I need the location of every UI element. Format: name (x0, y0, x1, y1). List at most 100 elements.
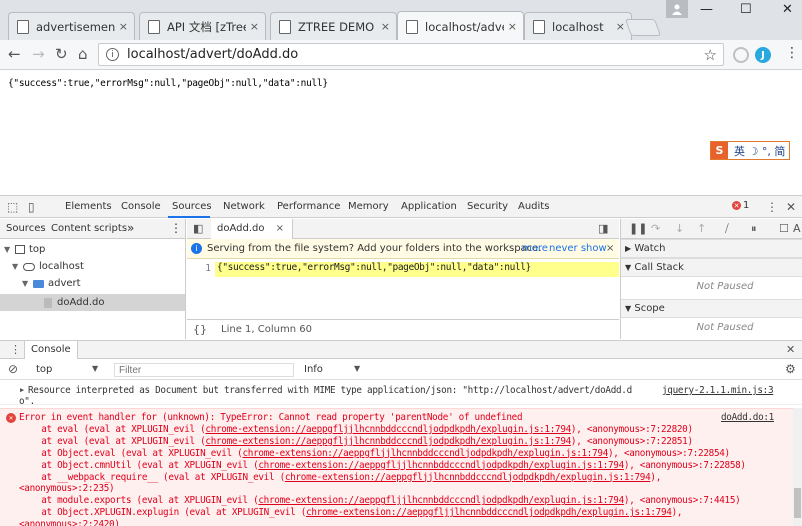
tab-network[interactable]: Network (223, 201, 265, 212)
drawer-menu-icon[interactable]: ⋮ (10, 343, 21, 356)
maximize-button[interactable]: ☐ (740, 2, 752, 17)
collapse-triangle-icon: ▶ (625, 244, 632, 253)
pretty-print-button[interactable]: {} (193, 323, 207, 336)
error-count-badge[interactable]: ✕ 1 (732, 200, 749, 211)
close-devtools-icon[interactable]: ✕ (786, 200, 796, 214)
console-settings-gear-icon[interactable]: ⚙ (785, 362, 796, 376)
active-tab-indicator (168, 216, 210, 218)
infobar-never-show-link[interactable]: never show (549, 243, 607, 254)
stack-source-link[interactable]: chrome-extension://aeppgfljjlhcnnbddcccn… (306, 507, 672, 518)
pause-on-exceptions-icon[interactable]: ⏸ (751, 222, 757, 236)
extension-j-icon[interactable]: J (755, 47, 771, 63)
extension-icon[interactable] (733, 47, 749, 63)
error-source-link[interactable]: doAdd.do:1 (721, 412, 774, 423)
context-selector[interactable]: top (36, 364, 52, 375)
editor-tab-doadd[interactable]: doAdd.do × (211, 219, 294, 239)
chevron-down-icon[interactable]: ▼ (92, 364, 98, 373)
site-info-icon[interactable]: i (106, 48, 119, 61)
stack-source-link[interactable]: chrome-extension://aeppgfljjlhcnnbddcccn… (205, 436, 571, 447)
close-tab-icon[interactable]: × (276, 223, 284, 234)
person-icon[interactable] (666, 0, 688, 18)
ime-toolbar[interactable]: S 英 ☽ °, 简 (710, 141, 790, 160)
stack-source-link[interactable]: chrome-extension://aeppgfljjlhcnnbddcccn… (205, 424, 571, 435)
more-tabs-icon[interactable]: » (127, 221, 134, 235)
deactivate-breakpoints-icon[interactable]: ⧸ (725, 222, 729, 236)
browser-tab-localhost[interactable]: localhost × (524, 12, 632, 40)
close-infobar-icon[interactable]: × (606, 243, 614, 254)
browser-tab-localhost-advert[interactable]: localhost/advert × (397, 11, 524, 41)
tab-audits[interactable]: Audits (518, 201, 549, 212)
home-icon[interactable]: ⌂ (78, 45, 88, 63)
console-scrollbar[interactable] (793, 408, 802, 526)
scope-section-header[interactable]: ▼ Scope (621, 299, 802, 318)
step-over-icon[interactable]: ↷ (651, 222, 660, 235)
close-tab-icon[interactable]: × (250, 20, 259, 33)
stack-source-link[interactable]: chrome-extension://aeppgfljjlhcnnbddcccn… (285, 472, 651, 483)
code-text[interactable]: {"success":true,"errorMsg":null,"pageObj… (215, 262, 619, 277)
back-arrow-icon[interactable]: ← (8, 45, 21, 63)
forward-arrow-icon[interactable]: → (32, 45, 45, 63)
browser-tab-advertisement[interactable]: advertisement.h × (8, 12, 135, 40)
tree-item-doadd[interactable]: doAdd.do (0, 294, 185, 311)
stack-source-link[interactable]: chrome-extension://aeppgfljjlhcnnbddcccn… (258, 460, 624, 471)
call-stack-section-header[interactable]: ▼ Call Stack (621, 258, 802, 277)
tab-elements[interactable]: Elements (65, 201, 112, 212)
tab-security[interactable]: Security (467, 201, 508, 212)
close-drawer-icon[interactable]: ✕ (786, 343, 795, 356)
minimize-button[interactable]: — (700, 2, 713, 17)
address-bar[interactable]: i localhost/advert/doAdd.do ☆ (98, 43, 724, 66)
stack-text: <anonymous>:2:235) (19, 483, 115, 495)
watch-section-header[interactable]: ▶ Watch (621, 239, 802, 258)
tab-memory[interactable]: Memory (348, 201, 389, 212)
tree-item-advert[interactable]: ▼ advert (22, 278, 81, 289)
infobar-more-link[interactable]: more (522, 243, 548, 254)
new-tab-button[interactable] (624, 19, 662, 36)
log-levels-selector[interactable]: Info (304, 364, 323, 375)
device-toolbar-icon[interactable]: ▯ (28, 200, 35, 214)
pause-icon[interactable]: ❚❚ (629, 222, 647, 235)
chevron-down-icon[interactable]: ▼ (354, 364, 360, 373)
stack-source-link[interactable]: chrome-extension://aeppgfljjlhcnnbddcccn… (258, 495, 624, 506)
bookmark-star-icon[interactable]: ☆ (704, 46, 717, 64)
clear-console-icon[interactable]: ⊘ (8, 362, 18, 376)
scrollbar-thumb[interactable] (794, 488, 801, 518)
close-tab-icon[interactable]: × (616, 20, 625, 33)
tab-sources[interactable]: Sources (172, 201, 212, 212)
expand-triangle-icon[interactable]: ▶ (20, 386, 24, 394)
tree-item-top[interactable]: ▼ top (4, 244, 45, 255)
step-into-icon[interactable]: ↓ (675, 222, 684, 235)
code-line[interactable]: 1 {"success":true,"errorMsg":null,"pageO… (187, 262, 619, 277)
step-out-icon[interactable]: ↑ (697, 222, 706, 235)
tree-item-localhost[interactable]: ▼ localhost (12, 261, 84, 272)
tab-sources-navigator[interactable]: Sources (6, 223, 46, 234)
close-tab-icon[interactable]: × (381, 20, 390, 33)
url-text[interactable]: localhost/advert/doAdd.do (127, 47, 298, 62)
devtools-menu-icon[interactable]: ⋮ (766, 200, 778, 214)
reload-icon[interactable]: ↻ (55, 45, 68, 63)
message-text: Resource interpreted as Document but tra… (28, 385, 632, 396)
close-tab-icon[interactable]: × (508, 20, 517, 33)
stack-text: Error in event handler for (unknown): Ty… (19, 412, 523, 423)
inspect-element-icon[interactable]: ⬚ (7, 200, 18, 214)
browser-menu-icon[interactable]: ⋮ (785, 45, 799, 61)
browser-tab-ztree-demo[interactable]: ZTREE DEMO × (270, 12, 397, 40)
console-filter-input[interactable] (114, 363, 294, 377)
message-text-continued: o". (19, 396, 35, 407)
stack-source-link[interactable]: chrome-extension://aeppgfljjlhcnnbddcccn… (242, 448, 608, 459)
toggle-debugger-icon[interactable]: ◨ (598, 222, 608, 235)
drawer-tab-console[interactable]: Console (24, 341, 78, 359)
navigator-menu-icon[interactable]: ⋮ (170, 221, 182, 235)
section-title: Call Stack (634, 262, 684, 273)
tab-performance[interactable]: Performance (277, 201, 340, 212)
message-source-link[interactable]: jquery-2.1.1.min.js:3 (662, 385, 774, 396)
tab-content-scripts[interactable]: Content scripts (51, 223, 127, 234)
close-tab-icon[interactable]: × (119, 20, 128, 33)
checkbox-icon[interactable]: ☐ (779, 222, 789, 235)
stack-text: <anonymous>:2:2420) (19, 519, 120, 526)
tab-application[interactable]: Application (401, 201, 457, 212)
browser-tab-api-doc[interactable]: API 文档 [zTree - × (139, 12, 266, 40)
toggle-navigator-icon[interactable]: ◧ (193, 222, 203, 235)
tab-console[interactable]: Console (121, 201, 161, 212)
close-window-button[interactable]: ✕ (782, 2, 793, 17)
console-message-info: ▶ Resource interpreted as Document but t… (0, 381, 802, 407)
